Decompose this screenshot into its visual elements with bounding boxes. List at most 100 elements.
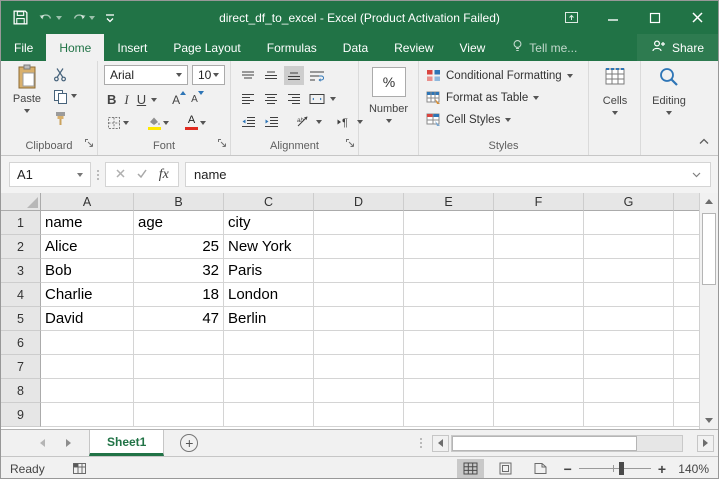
orientation-dropdown-arrow[interactable] — [316, 120, 322, 124]
increase-indent-button[interactable] — [261, 112, 281, 131]
cell-A8[interactable] — [41, 379, 134, 403]
column-header-G[interactable]: G — [584, 193, 674, 211]
zoom-slider-handle[interactable] — [619, 462, 624, 475]
cell-C6[interactable] — [224, 331, 314, 355]
increase-font-size-button[interactable]: A — [169, 90, 186, 109]
column-header-E[interactable]: E — [404, 193, 494, 211]
cell-G8[interactable] — [584, 379, 674, 403]
share-button[interactable]: Share — [637, 34, 718, 61]
column-header-B[interactable]: B — [134, 193, 224, 211]
row-header-2[interactable]: 2 — [1, 235, 41, 259]
cell-E5[interactable] — [404, 307, 494, 331]
cell-E8[interactable] — [404, 379, 494, 403]
scroll-down-icon[interactable] — [700, 412, 718, 429]
cell-D9[interactable] — [314, 403, 404, 427]
cell-F4[interactable] — [494, 283, 584, 307]
vertical-scrollbar-thumb[interactable] — [702, 213, 716, 285]
cell-H1[interactable] — [674, 211, 700, 235]
cell-D3[interactable] — [314, 259, 404, 283]
cut-button[interactable] — [53, 65, 77, 83]
tab-home[interactable]: Home — [46, 34, 104, 61]
cell-G3[interactable] — [584, 259, 674, 283]
cell-F2[interactable] — [494, 235, 584, 259]
cell-F5[interactable] — [494, 307, 584, 331]
cell-F8[interactable] — [494, 379, 584, 403]
scroll-right-icon[interactable] — [697, 435, 714, 452]
customize-qat-icon[interactable] — [101, 6, 119, 30]
cell-C7[interactable] — [224, 355, 314, 379]
expand-formula-bar-icon[interactable] — [691, 167, 702, 182]
cell-B5[interactable]: 47 — [134, 307, 224, 331]
cell-B2[interactable]: 25 — [134, 235, 224, 259]
text-direction-button[interactable]: ¶ — [334, 112, 354, 131]
enter-check-icon[interactable] — [136, 166, 148, 184]
cell-B3[interactable]: 32 — [134, 259, 224, 283]
cell-F6[interactable] — [494, 331, 584, 355]
cell-H2[interactable] — [674, 235, 700, 259]
cell-H6[interactable] — [674, 331, 700, 355]
copy-button[interactable] — [53, 87, 77, 105]
decrease-font-size-button[interactable]: A — [188, 90, 204, 109]
cell-A4[interactable]: Charlie — [41, 283, 134, 307]
paste-dropdown-arrow[interactable] — [24, 109, 30, 113]
cell-E2[interactable] — [404, 235, 494, 259]
zoom-out-icon[interactable]: − — [564, 461, 572, 477]
font-name-combo[interactable]: Arial — [104, 65, 188, 85]
cell-G2[interactable] — [584, 235, 674, 259]
cell-A7[interactable] — [41, 355, 134, 379]
cell-B9[interactable] — [134, 403, 224, 427]
cell-H4[interactable] — [674, 283, 700, 307]
font-dialog-launcher-icon[interactable] — [217, 138, 227, 151]
page-break-preview-button[interactable] — [527, 459, 554, 478]
cell-B7[interactable] — [134, 355, 224, 379]
cell-G6[interactable] — [584, 331, 674, 355]
select-all-button[interactable] — [1, 193, 41, 211]
cell-A2[interactable]: Alice — [41, 235, 134, 259]
cell-G5[interactable] — [584, 307, 674, 331]
row-header-4[interactable]: 4 — [1, 283, 41, 307]
row-header-8[interactable]: 8 — [1, 379, 41, 403]
editing-button[interactable]: Editing — [649, 66, 689, 115]
previous-sheet-icon[interactable] — [29, 430, 55, 456]
cell-E7[interactable] — [404, 355, 494, 379]
cell-styles-button[interactable]: Cell Styles — [426, 112, 511, 127]
row-header-9[interactable]: 9 — [1, 403, 41, 427]
horizontal-scrollbar-thumb[interactable] — [452, 436, 637, 451]
cell-C1[interactable]: city — [224, 211, 314, 235]
bold-button[interactable]: B — [104, 90, 119, 109]
cell-E1[interactable] — [404, 211, 494, 235]
middle-align-button[interactable] — [261, 66, 281, 85]
close-icon[interactable] — [676, 1, 718, 34]
decrease-indent-button[interactable] — [238, 112, 258, 131]
tell-me-box[interactable]: Tell me... — [502, 34, 587, 61]
tab-file[interactable]: File — [1, 34, 46, 61]
row-header-6[interactable]: 6 — [1, 331, 41, 355]
collapse-ribbon-icon[interactable] — [698, 137, 710, 149]
format-as-table-button[interactable]: Format as Table — [426, 90, 539, 105]
cell-B8[interactable] — [134, 379, 224, 403]
cell-D4[interactable] — [314, 283, 404, 307]
cell-C3[interactable]: Paris — [224, 259, 314, 283]
row-header-5[interactable]: 5 — [1, 307, 41, 331]
cell-C5[interactable]: Berlin — [224, 307, 314, 331]
tab-formulas[interactable]: Formulas — [254, 34, 330, 61]
cell-E9[interactable] — [404, 403, 494, 427]
macro-record-icon[interactable] — [72, 462, 87, 475]
cell-C8[interactable] — [224, 379, 314, 403]
number-format-dropdown-arrow[interactable] — [386, 119, 392, 123]
fill-color-button[interactable] — [144, 113, 172, 132]
insert-function-icon[interactable]: fx — [159, 167, 169, 183]
zoom-in-icon[interactable]: + — [658, 461, 666, 477]
underline-button[interactable]: U — [134, 90, 149, 109]
top-align-button[interactable] — [238, 66, 258, 85]
column-header-F[interactable]: F — [494, 193, 584, 211]
new-sheet-icon[interactable]: + — [180, 434, 198, 452]
vertical-scrollbar[interactable] — [699, 193, 718, 429]
minimize-icon[interactable] — [592, 1, 634, 34]
cell-A9[interactable] — [41, 403, 134, 427]
cell-A6[interactable] — [41, 331, 134, 355]
zoom-slider[interactable] — [579, 462, 651, 475]
cancel-icon[interactable] — [115, 166, 126, 184]
cell-H8[interactable] — [674, 379, 700, 403]
row-header-3[interactable]: 3 — [1, 259, 41, 283]
